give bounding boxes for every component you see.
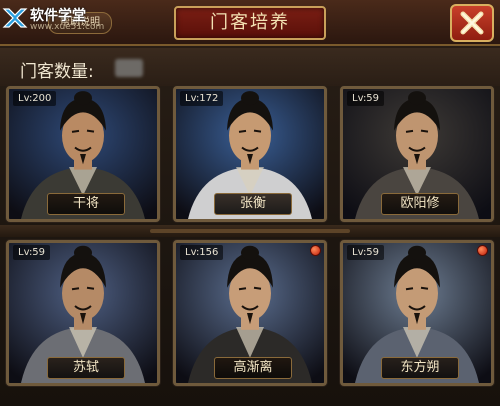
character-name: 高渐离 (214, 357, 292, 379)
watermark-logo-icon (2, 8, 28, 28)
character-name: 张衡 (214, 193, 292, 215)
level-badge: Lv:172 (180, 91, 224, 106)
level-badge: Lv:156 (180, 245, 224, 260)
character-name: 欧阳修 (381, 193, 459, 215)
notification-dot-icon (477, 245, 488, 256)
close-x-icon (460, 11, 484, 35)
page-title: 门客培养 (210, 12, 290, 33)
level-badge: Lv:200 (13, 91, 57, 106)
level-badge: Lv:59 (347, 245, 385, 260)
retainer-count-label: 门客数量: (20, 62, 94, 82)
retainer-card[interactable]: Lv:59 苏轼 (6, 240, 160, 386)
level-badge: Lv:59 (13, 245, 51, 260)
retainer-card[interactable]: Lv:59 欧阳修 (340, 86, 494, 222)
retainer-count-value-blurred (115, 59, 143, 77)
character-name: 苏轼 (47, 357, 125, 379)
gameplay-dialog: 帮助说明 软件学堂 www.xue51.com 门客培养 门客数量: Lv:20… (0, 0, 500, 406)
retainer-card[interactable]: Lv:200 干将 (6, 86, 160, 222)
notification-dot-icon (310, 245, 321, 256)
close-button[interactable] (450, 4, 494, 42)
character-name: 东方朔 (381, 357, 459, 379)
watermark: 软件学堂 www.xue51.com (2, 3, 110, 37)
watermark-subtext: www.xue51.com (30, 22, 105, 32)
title-plate: 门客培养 (174, 6, 326, 40)
character-name: 干将 (47, 193, 125, 215)
retainer-card[interactable]: Lv:172 张衡 (173, 86, 327, 222)
retainer-card[interactable]: Lv:156 高渐离 (173, 240, 327, 386)
level-badge: Lv:59 (347, 91, 385, 106)
title-bar: 帮助说明 软件学堂 www.xue51.com 门客培养 (0, 0, 500, 46)
retainer-count-row: 门客数量: (0, 48, 500, 86)
retainer-card[interactable]: Lv:59 东方朔 (340, 240, 494, 386)
row-divider (0, 225, 500, 237)
